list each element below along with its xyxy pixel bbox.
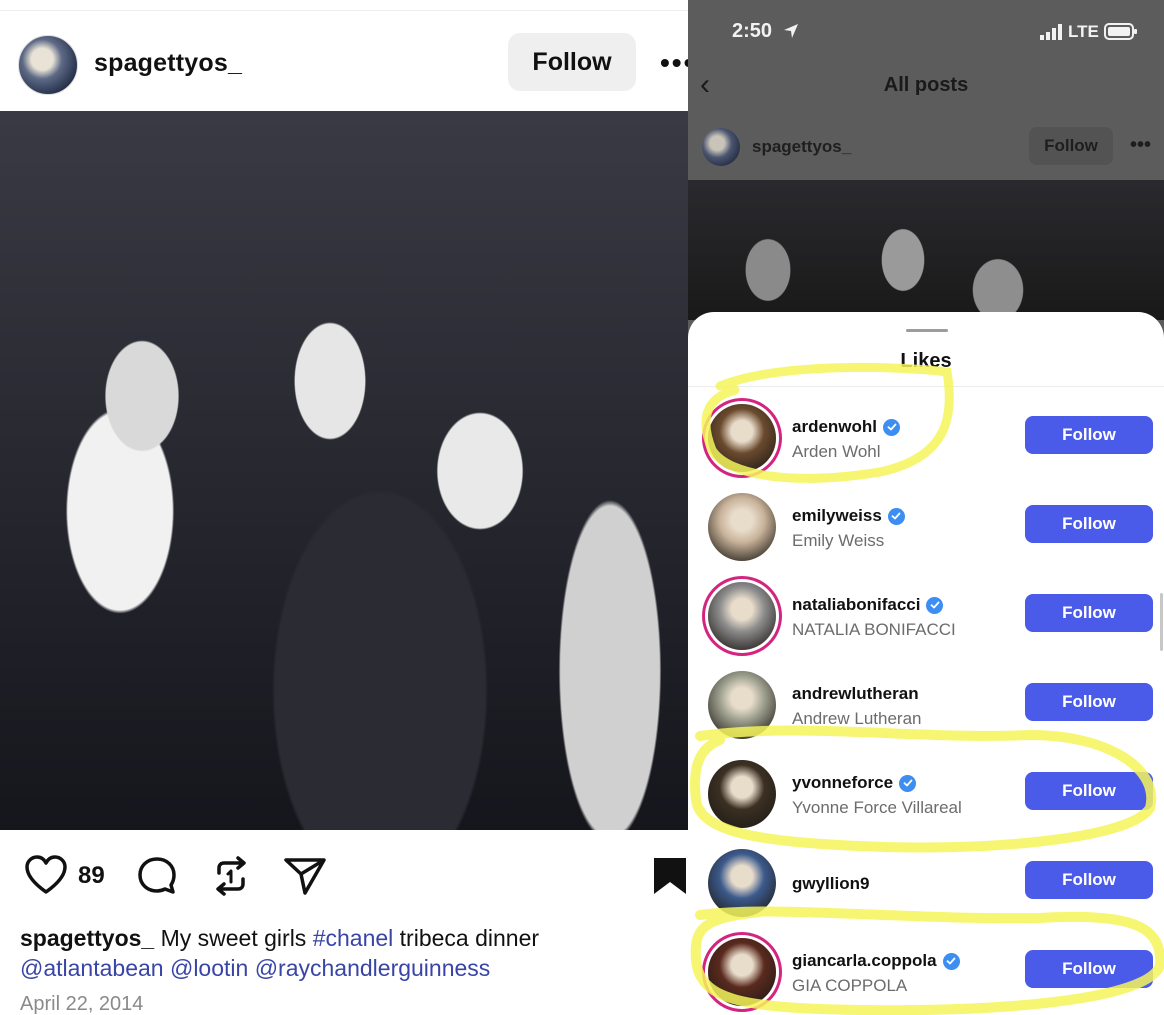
user-username[interactable]: giancarla.coppola [792,951,960,971]
likes-row[interactable]: nataliabonifacci NATALIA BONIFACCI Follow [688,578,1164,667]
battery-icon [1104,23,1137,40]
user-username[interactable]: nataliabonifacci [792,595,944,615]
username-text[interactable]: gwyllion9 [792,874,869,894]
username-text[interactable]: andrewlutheran [792,684,919,704]
user-full-name: NATALIA BONIFACCI [792,620,956,639]
verified-badge-icon [926,596,944,614]
mention-link[interactable]: @raychandlerguinness [255,955,491,981]
likes-row[interactable]: yvonneforce Yvonne Force Villareal Follow [688,756,1164,845]
post-caption: spagettyos_ My sweet girls #chanel tribe… [20,923,680,983]
follow-button[interactable]: Follow [508,33,636,91]
share-icon[interactable] [283,856,327,896]
post-photo[interactable] [0,111,688,830]
user-username[interactable]: ardenwohl [792,417,901,437]
post-date: April 22, 2014 [20,993,144,1015]
user-full-name: Yvonne Force Villareal [792,798,962,817]
mini-post-photo [688,180,1164,320]
user-username[interactable]: andrewlutheran [792,684,919,704]
verified-badge-icon [899,774,917,792]
mini-poster-username[interactable]: spagettyos_ [752,137,851,157]
user-full-name: Andrew Lutheran [792,709,922,728]
mention-link[interactable]: @atlantabean [20,955,164,981]
mini-more-options-icon[interactable]: ••• [1130,134,1151,157]
poster-avatar[interactable] [18,35,78,95]
user-avatar[interactable] [708,404,776,472]
username-text[interactable]: nataliabonifacci [792,595,920,615]
mini-poster-avatar[interactable] [702,128,740,166]
likes-title: Likes [900,350,952,372]
poster-username[interactable]: spagettyos_ [94,49,242,78]
user-avatar[interactable] [708,582,776,650]
likes-sheet: Likes ardenwohl Arden Wohl Follow emilyweis… [688,312,1164,1015]
follow-user-button[interactable]: Follow [1025,594,1153,632]
likes-row[interactable]: emilyweiss Emily Weiss Follow [688,489,1164,578]
user-full-name: Emily Weiss [792,531,885,550]
follow-user-button[interactable]: Follow [1025,416,1153,454]
divider [688,386,1164,387]
username-text[interactable]: emilyweiss [792,506,882,526]
likes-row[interactable]: giancarla.coppola GIA COPPOLA Follow [688,934,1164,1015]
likes-count[interactable]: 89 [78,862,105,890]
follow-user-button[interactable]: Follow [1025,505,1153,543]
follow-user-button[interactable]: Follow [1025,683,1153,721]
network-label: LTE [1068,22,1099,41]
status-bar: 2:50 LTE [688,0,1164,64]
user-avatar[interactable] [708,671,776,739]
user-full-name: Arden Wohl [792,442,881,461]
post-actions: 89 [0,830,688,920]
verified-badge-icon [887,507,905,525]
follow-user-button[interactable]: Follow [1025,950,1153,988]
scrollbar[interactable] [1160,593,1163,651]
follow-user-button[interactable]: Follow [1025,861,1153,899]
user-avatar[interactable] [708,849,776,917]
username-text[interactable]: giancarla.coppola [792,951,937,971]
heart-icon[interactable] [24,854,68,896]
user-avatar[interactable] [708,938,776,1006]
verified-badge-icon [883,418,901,436]
user-username[interactable]: emilyweiss [792,506,905,526]
caption-username[interactable]: spagettyos_ [20,925,154,951]
nav-title: All posts [883,74,969,96]
user-full-name: GIA COPPOLA [792,976,908,995]
likes-row[interactable]: ardenwohl Arden Wohl Follow [688,400,1164,489]
instagram-post: spagettyos_ Follow ••• 89 spagettyos_ My… [0,0,688,1015]
follow-user-button[interactable]: Follow [1025,772,1153,810]
caption-text: tribeca dinner [399,925,540,951]
user-avatar[interactable] [708,760,776,828]
likes-row[interactable]: andrewlutheran Andrew Lutheran Follow [688,667,1164,756]
bookmark-icon[interactable] [652,856,688,896]
user-username[interactable]: gwyllion9 [792,874,869,894]
status-time: 2:50 [732,20,773,42]
comment-icon[interactable] [136,855,178,897]
username-text[interactable]: yvonneforce [792,773,893,793]
hashtag-link[interactable]: #chanel [313,925,394,951]
user-avatar[interactable] [708,493,776,561]
username-text[interactable]: ardenwohl [792,417,877,437]
mini-follow-button[interactable]: Follow [1029,127,1113,165]
caption-text: My sweet girls [160,925,307,951]
post-header: spagettyos_ Follow ••• [0,10,688,111]
verified-badge-icon [942,952,960,970]
signal-icon [1040,24,1062,40]
mention-link[interactable]: @lootin [170,955,248,981]
likes-row[interactable]: gwyllion9 Follow [688,845,1164,934]
sheet-grabber[interactable] [906,329,948,332]
user-username[interactable]: yvonneforce [792,773,917,793]
more-options-icon[interactable]: ••• [660,47,688,79]
location-arrow-icon [784,24,798,38]
repost-icon[interactable] [211,855,251,897]
phone-screen: 2:50 LTE ‹ All posts spagettyos_ Follow … [688,0,1164,1015]
